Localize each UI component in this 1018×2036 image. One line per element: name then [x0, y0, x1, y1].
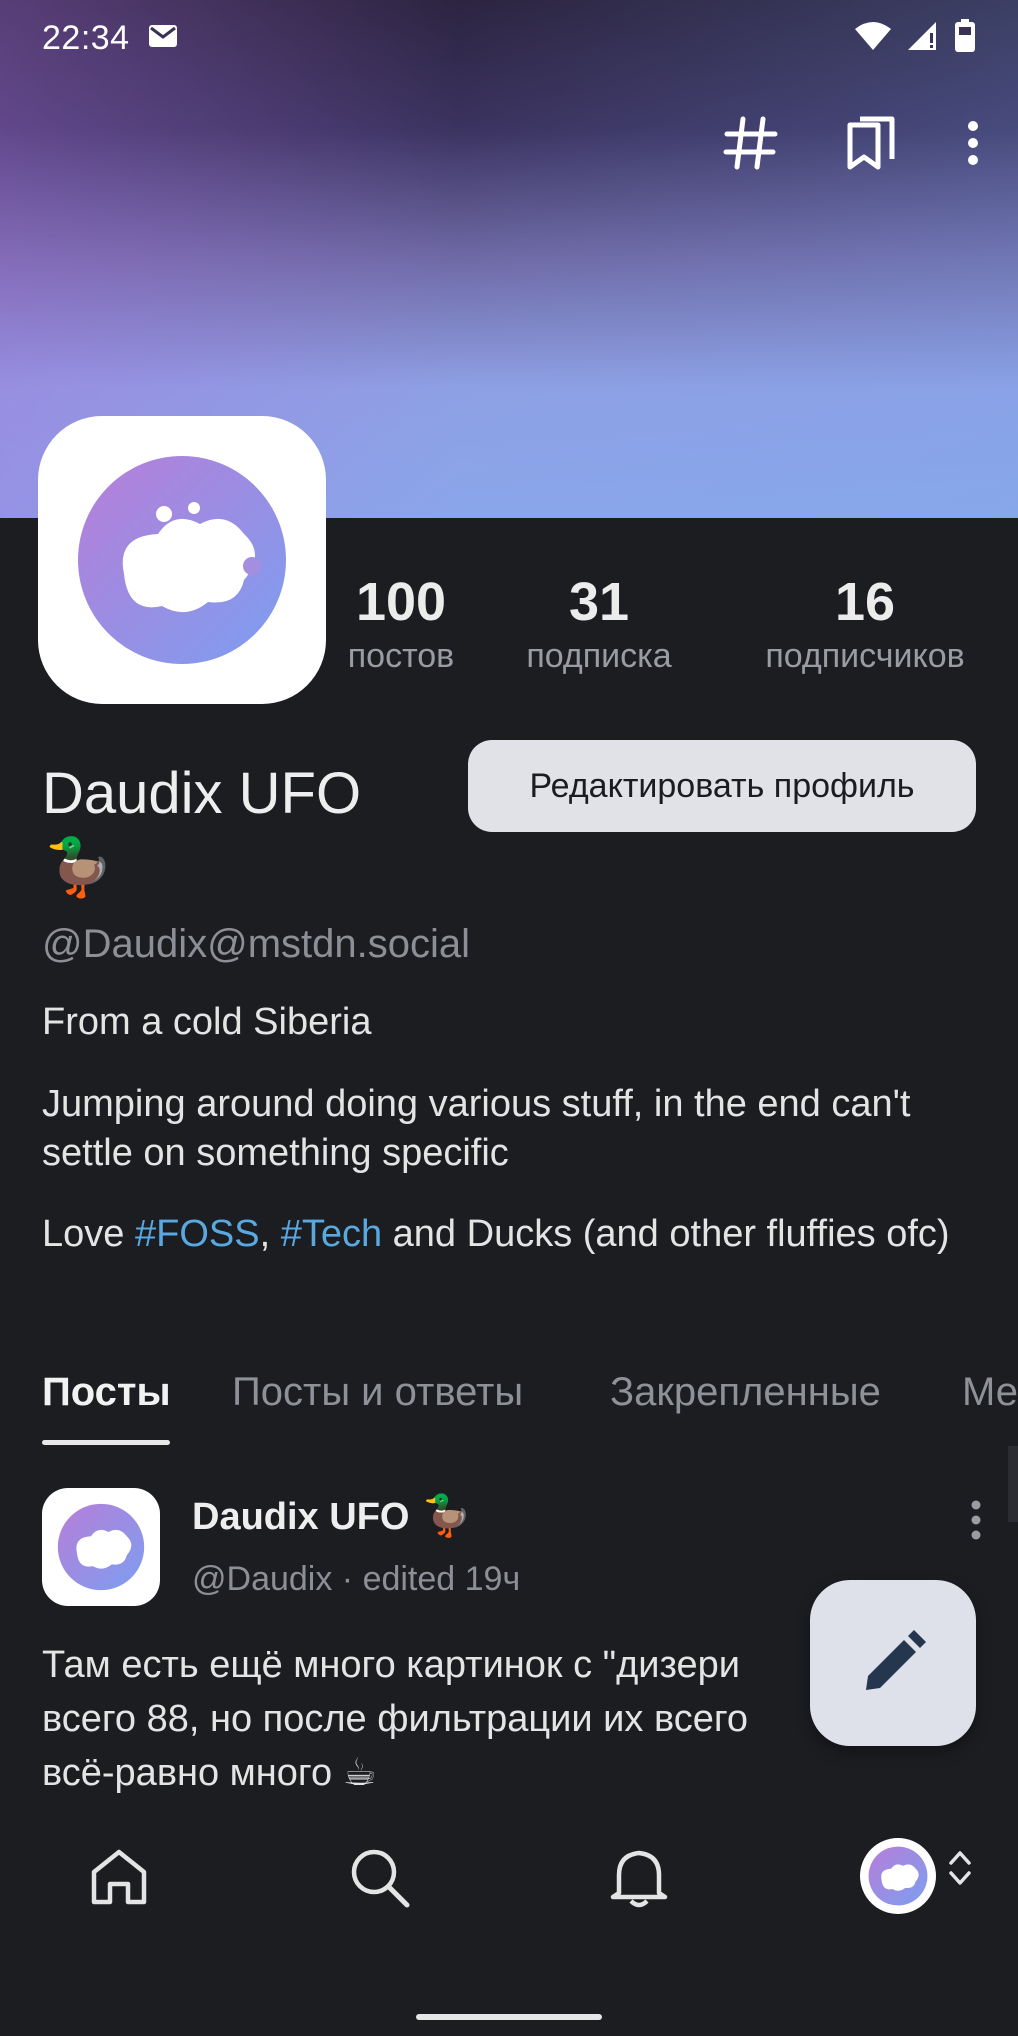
more-vert-icon[interactable]	[958, 110, 988, 176]
profile-stats: 100 постов 31 подписка 16 подписчиков	[344, 570, 1004, 680]
stat-followers[interactable]: 16 подписчиков	[750, 570, 980, 678]
bio-text: and Ducks (and other fluffies ofc)	[382, 1213, 950, 1255]
tab-media[interactable]: Ме	[962, 1370, 1018, 1415]
bell-icon[interactable]	[594, 1832, 684, 1922]
profile-tabs: Посты Посты и ответы Закрепленные Ме	[0, 1360, 1018, 1446]
stat-followers-label: подписчиков	[765, 637, 965, 675]
bottom-navigation	[0, 1800, 1018, 1960]
bookmarks-icon[interactable]	[838, 110, 904, 176]
signal-icon	[906, 21, 940, 56]
gesture-home-indicator[interactable]	[416, 2014, 602, 2020]
app-logo-icon	[78, 456, 286, 664]
post-author-name[interactable]: Daudix UFO	[192, 1496, 409, 1539]
bio-line-1: From a cold Siberia	[42, 1001, 372, 1043]
edit-profile-button[interactable]: Редактировать профиль	[468, 740, 976, 832]
profile-avatar[interactable]	[38, 416, 326, 704]
hashtag-link-foss[interactable]: #FOSS	[135, 1213, 260, 1255]
status-time: 22:34	[42, 18, 130, 57]
bio-separator: ,	[259, 1213, 281, 1255]
tab-posts[interactable]: Посты	[42, 1370, 171, 1415]
battery-icon	[954, 18, 976, 58]
tab-posts-and-replies[interactable]: Посты и ответы	[232, 1370, 523, 1415]
duck-emoji-icon: 🦆	[422, 1494, 472, 1538]
hashtag-icon[interactable]	[718, 110, 784, 176]
bio-text: Love	[42, 1213, 135, 1255]
bio-line-2: Jumping around doing various stuff, in t…	[42, 1083, 911, 1174]
wifi-icon	[854, 21, 892, 56]
search-icon[interactable]	[334, 1832, 424, 1922]
post-more-icon[interactable]	[970, 1500, 982, 1545]
post-meta: @Daudix · edited 19ч	[192, 1560, 521, 1598]
profile-handle[interactable]: @Daudix@mstdn.social	[42, 922, 470, 967]
pencil-icon	[866, 1630, 926, 1690]
stat-following-label: подписка	[526, 637, 672, 675]
app-logo-icon	[868, 1846, 928, 1906]
profile-toolbar	[718, 110, 988, 176]
stat-posts-label: постов	[347, 637, 455, 675]
active-tab-indicator	[42, 1440, 170, 1445]
stat-posts-value: 100	[355, 572, 447, 632]
tab-pinned[interactable]: Закрепленные	[610, 1370, 881, 1415]
duck-emoji-icon: 🦆	[44, 835, 114, 898]
stat-posts[interactable]: 100 постов	[336, 570, 466, 678]
chevron-updown-icon[interactable]	[948, 1848, 972, 1893]
app-logo-icon	[57, 1503, 145, 1591]
hashtag-link-tech[interactable]: #Tech	[281, 1213, 382, 1255]
home-icon[interactable]	[74, 1832, 164, 1922]
mail-icon	[148, 24, 178, 53]
post-author-avatar[interactable]	[42, 1488, 160, 1606]
bio-line-3: Love #FOSS, #Tech and Ducks (and other f…	[42, 1210, 982, 1259]
account-avatar[interactable]	[860, 1838, 936, 1914]
stat-following-value: 31	[568, 572, 630, 632]
profile-display-name: Daudix UFO	[42, 761, 362, 826]
scrollbar	[1008, 1446, 1018, 1522]
stat-following[interactable]: 31 подписка	[508, 570, 690, 678]
stat-followers-value: 16	[834, 572, 896, 632]
compose-button[interactable]	[810, 1580, 976, 1746]
status-bar: 22:34	[42, 14, 976, 62]
